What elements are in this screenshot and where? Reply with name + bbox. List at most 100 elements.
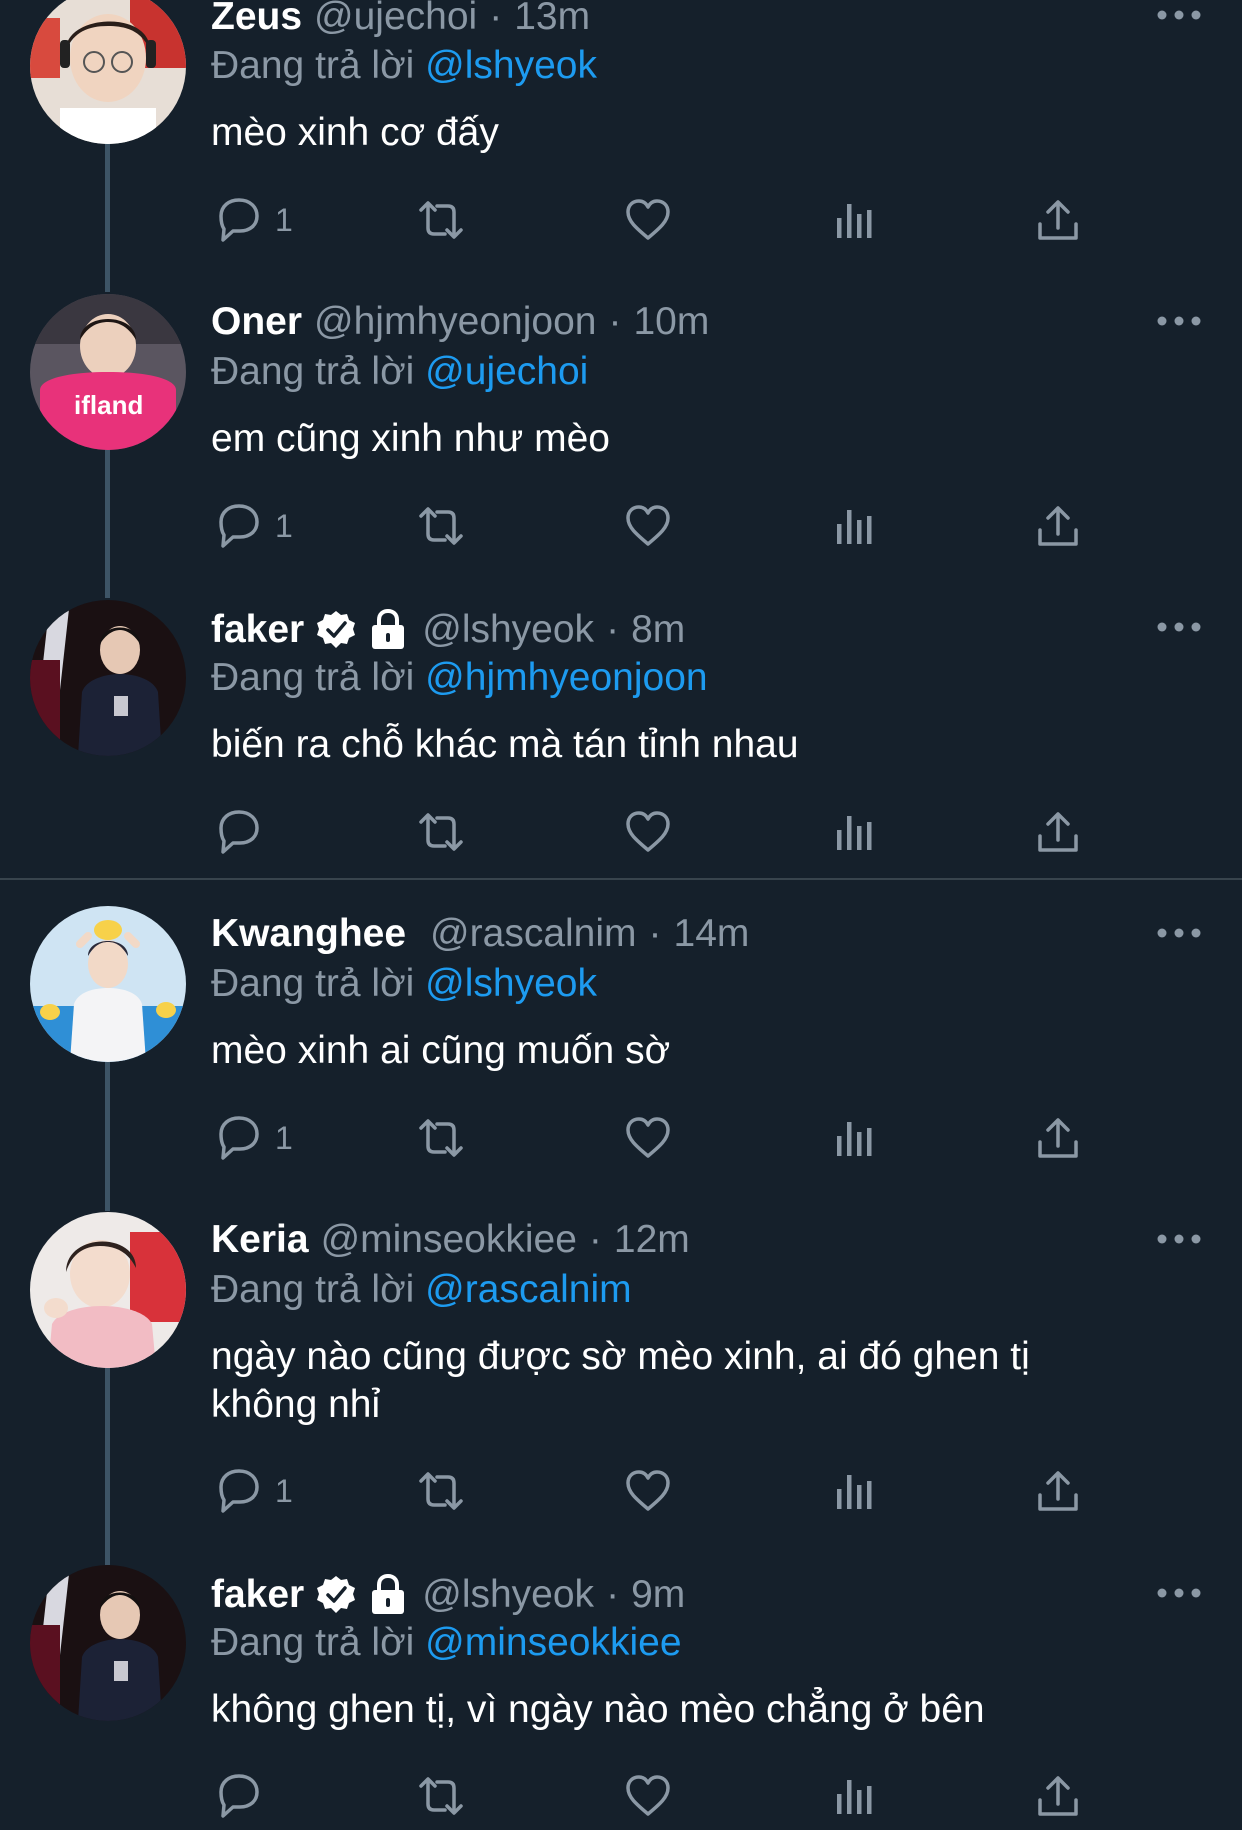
svg-text:ifland: ifland bbox=[74, 390, 143, 420]
retweet-button[interactable] bbox=[415, 1110, 467, 1166]
reply-count: 1 bbox=[275, 201, 293, 238]
timestamp[interactable]: 14m bbox=[674, 912, 750, 956]
display-name[interactable]: faker bbox=[211, 1573, 304, 1617]
timestamp[interactable]: 10m bbox=[633, 300, 709, 344]
mention-link[interactable]: @lshyeok bbox=[425, 962, 597, 1005]
reply-button[interactable]: 1 bbox=[211, 498, 293, 554]
share-icon bbox=[1038, 1776, 1078, 1816]
verified-badge-icon bbox=[316, 1575, 357, 1615]
retweet-button[interactable] bbox=[415, 804, 467, 860]
reply-count: 1 bbox=[275, 1119, 293, 1156]
reply-button[interactable]: 1 bbox=[211, 192, 293, 248]
username[interactable]: @lshyeok bbox=[422, 1573, 594, 1617]
separator-dot: · bbox=[606, 608, 620, 651]
separator-dot: · bbox=[608, 300, 622, 343]
action-bar: 1 bbox=[211, 192, 1111, 248]
display-name[interactable]: Oner bbox=[211, 300, 302, 344]
mention-link[interactable]: @rascalnim bbox=[425, 1268, 631, 1311]
share-button[interactable] bbox=[1032, 192, 1084, 248]
reply-button[interactable] bbox=[211, 804, 275, 860]
reply-icon bbox=[219, 504, 259, 548]
views-button[interactable] bbox=[828, 192, 880, 248]
heart-icon bbox=[626, 1117, 670, 1158]
display-name[interactable]: Keria bbox=[211, 1218, 309, 1262]
like-button[interactable] bbox=[622, 1768, 674, 1824]
replying-to-label: Đang trả lời bbox=[211, 350, 415, 393]
mention-link[interactable]: @minseokkiee bbox=[425, 1621, 681, 1664]
timestamp[interactable]: 13m bbox=[514, 0, 590, 39]
heart-icon bbox=[626, 1470, 670, 1511]
retweet-icon bbox=[419, 813, 463, 851]
username[interactable]: @lshyeok bbox=[422, 608, 594, 652]
like-button[interactable] bbox=[622, 498, 674, 554]
replying-to-label: Đang trả lời bbox=[211, 1621, 415, 1664]
display-name[interactable]: faker bbox=[211, 608, 304, 652]
replying-to: Đang trả lời @ujechoi bbox=[211, 350, 588, 394]
username[interactable]: @ujechoi bbox=[314, 0, 477, 39]
more-icon[interactable] bbox=[1156, 1586, 1202, 1600]
tweet-header: Zeus @ujechoi · 13m bbox=[211, 0, 590, 43]
views-button[interactable] bbox=[828, 804, 880, 860]
more-icon[interactable] bbox=[1156, 314, 1202, 328]
views-button[interactable] bbox=[828, 1463, 880, 1519]
tweet-text: ngày nào cũng được sờ mèo xinh, ai đó gh… bbox=[211, 1335, 1030, 1426]
avatar[interactable] bbox=[30, 1565, 186, 1721]
timestamp[interactable]: 8m bbox=[631, 608, 685, 652]
action-bar: 1 bbox=[211, 1463, 1111, 1519]
replying-to-label: Đang trả lời bbox=[211, 656, 415, 699]
views-button[interactable] bbox=[828, 1768, 880, 1824]
views-button[interactable] bbox=[828, 1110, 880, 1166]
share-icon bbox=[1038, 1118, 1078, 1158]
replying-to-label: Đang trả lời bbox=[211, 1268, 415, 1311]
username[interactable]: @rascalnim bbox=[430, 912, 636, 956]
share-icon bbox=[1038, 812, 1078, 852]
replying-to-label: Đang trả lời bbox=[211, 962, 415, 1005]
views-icon bbox=[837, 816, 872, 850]
mention-link[interactable]: @lshyeok bbox=[425, 44, 597, 87]
more-icon[interactable] bbox=[1156, 926, 1202, 940]
retweet-button[interactable] bbox=[415, 1463, 467, 1519]
username[interactable]: @hjmhyeonjoon bbox=[314, 300, 596, 344]
timestamp[interactable]: 12m bbox=[614, 1218, 690, 1262]
display-name[interactable]: Zeus bbox=[211, 0, 302, 39]
reply-count: 1 bbox=[275, 507, 293, 544]
retweet-button[interactable] bbox=[415, 1768, 467, 1824]
reply-button[interactable]: 1 bbox=[211, 1110, 293, 1166]
like-button[interactable] bbox=[622, 804, 674, 860]
display-name[interactable]: Kwanghee bbox=[211, 912, 406, 956]
share-button[interactable] bbox=[1032, 1463, 1084, 1519]
heart-icon bbox=[626, 505, 670, 546]
retweet-button[interactable] bbox=[415, 498, 467, 554]
avatar[interactable] bbox=[30, 0, 186, 144]
username[interactable]: @minseokkiee bbox=[321, 1218, 577, 1262]
avatar[interactable] bbox=[30, 906, 186, 1062]
share-button[interactable] bbox=[1032, 498, 1084, 554]
like-button[interactable] bbox=[622, 1110, 674, 1166]
more-icon[interactable] bbox=[1156, 1232, 1202, 1246]
avatar[interactable]: ifland bbox=[30, 294, 186, 450]
tweet-header: Kwanghee @rascalnim · 14m bbox=[211, 908, 749, 960]
retweet-button[interactable] bbox=[415, 192, 467, 248]
separator-dot: · bbox=[648, 912, 662, 955]
tweet-text: mèo xinh cơ đấy bbox=[211, 111, 499, 154]
tweet-header: Keria @minseokkiee · 12m bbox=[211, 1214, 690, 1266]
like-button[interactable] bbox=[622, 1463, 674, 1519]
avatar[interactable] bbox=[30, 1212, 186, 1368]
reply-button[interactable] bbox=[211, 1768, 275, 1824]
replying-to: Đang trả lời @lshyeok bbox=[211, 962, 597, 1006]
mention-link[interactable]: @hjmhyeonjoon bbox=[425, 656, 707, 699]
like-button[interactable] bbox=[622, 192, 674, 248]
share-icon bbox=[1038, 506, 1078, 546]
action-bar: 1 bbox=[211, 1110, 1111, 1166]
avatar[interactable] bbox=[30, 600, 186, 756]
share-button[interactable] bbox=[1032, 1110, 1084, 1166]
more-icon[interactable] bbox=[1156, 8, 1202, 22]
replying-to: Đang trả lời @hjmhyeonjoon bbox=[211, 656, 708, 700]
mention-link[interactable]: @ujechoi bbox=[425, 350, 588, 393]
more-icon[interactable] bbox=[1156, 620, 1202, 634]
reply-button[interactable]: 1 bbox=[211, 1463, 293, 1519]
timestamp[interactable]: 9m bbox=[631, 1573, 685, 1617]
share-button[interactable] bbox=[1032, 804, 1084, 860]
views-button[interactable] bbox=[828, 498, 880, 554]
share-button[interactable] bbox=[1032, 1768, 1084, 1824]
